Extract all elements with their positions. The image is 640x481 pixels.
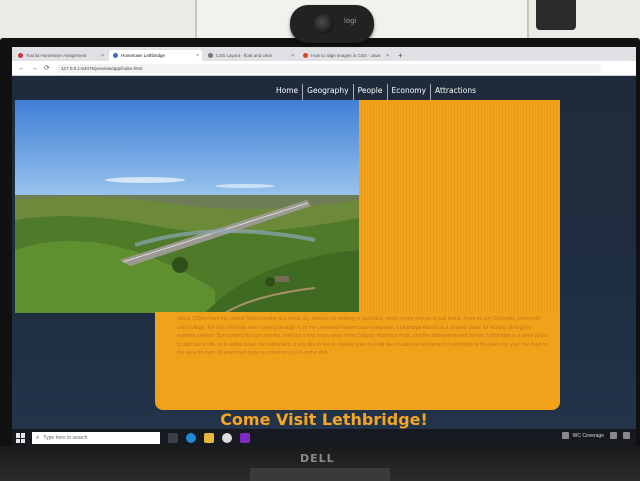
search-icon: ⌕ (36, 434, 40, 441)
browser-tab[interactable]: Tourist Hometown Assignment × (14, 50, 107, 61)
tab-label: How to align images in CSS - Java (311, 53, 381, 58)
back-arrow-icon[interactable]: ← (18, 65, 25, 72)
call-to-action-heading: Come Visit Lethbridge! (220, 410, 428, 429)
nav-home-link[interactable]: Home (272, 84, 304, 100)
tray-label: WC Coverage (572, 432, 604, 439)
intro-text-box: About 125km from the United States borde… (155, 312, 560, 410)
browser-tab-active[interactable]: Hometown Lethbridge × (109, 50, 202, 61)
webcam-brand: logi (344, 17, 357, 25)
tab-close-icon[interactable]: × (196, 53, 199, 59)
webcam-lens-icon (314, 14, 334, 34)
browser-tab[interactable]: How to align images in CSS - Java × (299, 50, 392, 61)
forward-arrow-icon[interactable]: → (31, 65, 38, 72)
nav-attractions-link[interactable]: Attractions (431, 84, 480, 100)
task-view-icon[interactable] (168, 433, 178, 443)
tray-app-icon[interactable] (561, 432, 569, 439)
edge-browser-icon[interactable] (186, 433, 196, 443)
tab-label: CSS Layout - float and clear (216, 53, 273, 58)
system-tray: WC Coverage (556, 432, 630, 439)
browser-tab-bar: Tourist Hometown Assignment × Hometown L… (12, 47, 636, 61)
new-tab-button[interactable]: + (398, 50, 403, 61)
tab-close-icon[interactable]: × (386, 53, 389, 59)
tab-favicon-icon (18, 53, 23, 58)
intro-paragraph: About 125km from the United States borde… (177, 316, 548, 357)
browser-tab[interactable]: CSS Layout - float and clear × (204, 50, 297, 61)
site-nav: Home Geography People Economy Attraction… (272, 84, 480, 100)
file-explorer-icon[interactable] (204, 433, 214, 443)
nav-geography-link[interactable]: Geography (303, 84, 354, 100)
url-field[interactable]: 127.0.0.1:64475/preview/app/index.html (55, 63, 601, 73)
monitor-screen: Tourist Hometown Assignment × Hometown L… (12, 47, 636, 447)
landscape-illustration (15, 100, 359, 313)
speaker (536, 0, 576, 30)
address-bar: ← → ⟳ 127.0.0.1:64475/preview/app/index.… (12, 61, 636, 76)
tab-favicon-icon (208, 53, 213, 58)
network-icon[interactable] (610, 432, 617, 439)
nav-people-link[interactable]: People (354, 84, 388, 100)
tab-favicon-icon (303, 53, 308, 58)
orange-content-panel (359, 100, 560, 313)
search-placeholder: Type here to search (43, 435, 88, 441)
nav-economy-link[interactable]: Economy (388, 84, 432, 100)
chrome-browser-icon[interactable] (222, 433, 232, 443)
app-icon[interactable] (240, 433, 250, 443)
monitor-brand-logo: DELL (300, 452, 335, 465)
taskbar-search-field[interactable]: ⌕ Type here to search (32, 432, 160, 444)
windows-taskbar: ⌕ Type here to search WC Coverage (12, 429, 636, 447)
webcam: logi (290, 5, 374, 43)
tab-favicon-icon (113, 53, 118, 58)
reload-icon[interactable]: ⟳ (44, 64, 50, 72)
hero-landscape-image (15, 100, 359, 313)
tab-label: Hometown Lethbridge (121, 53, 166, 58)
tab-close-icon[interactable]: × (101, 53, 104, 59)
windows-start-icon[interactable] (16, 433, 26, 443)
monitor-stand (250, 468, 390, 481)
tab-close-icon[interactable]: × (291, 53, 294, 59)
notification-icon[interactable] (623, 432, 630, 439)
url-text: 127.0.0.1:64475/preview/app/index.html (60, 65, 143, 71)
web-page: Home Geography People Economy Attraction… (12, 76, 636, 429)
tab-label: Tourist Hometown Assignment (26, 53, 87, 58)
